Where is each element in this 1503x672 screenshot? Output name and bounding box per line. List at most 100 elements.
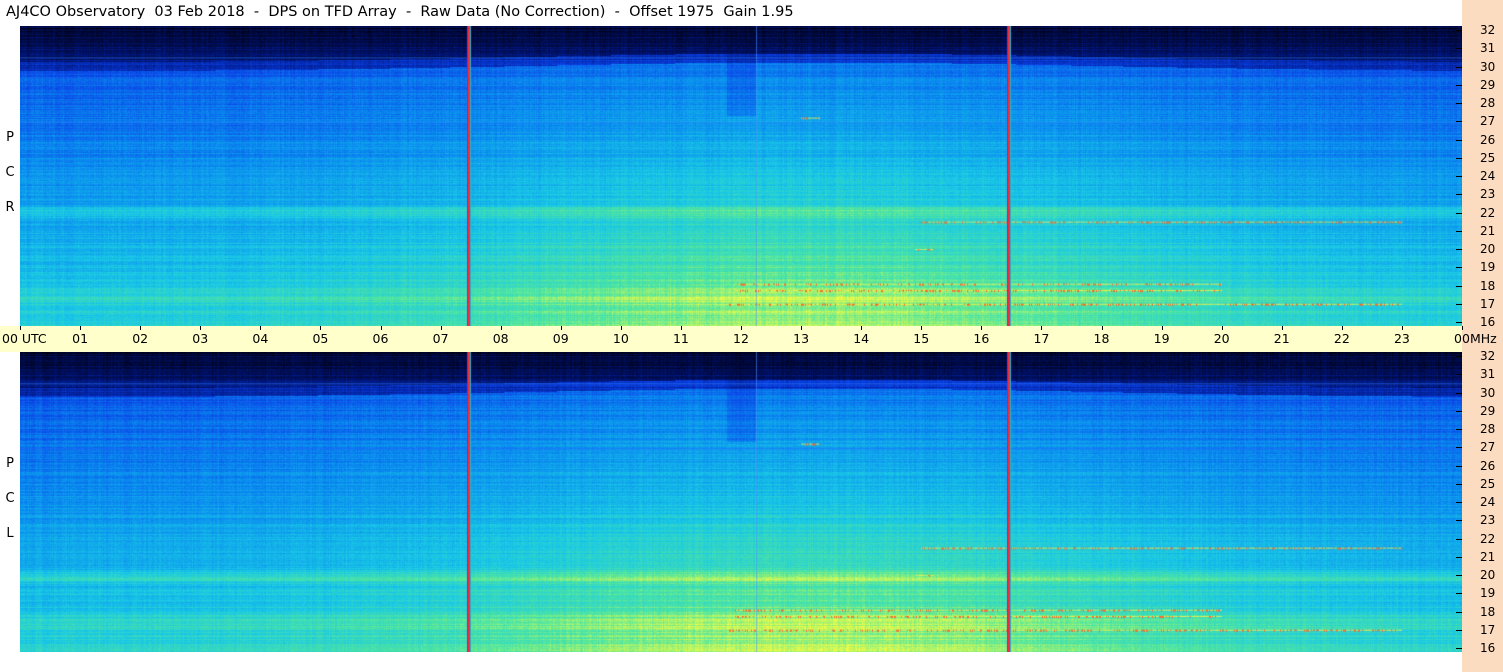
- frequency-tick-label: 27: [1480, 114, 1496, 129]
- frequency-tick-mark: [1456, 410, 1462, 412]
- frequency-tick-label: 16: [1480, 315, 1496, 329]
- time-tick-label: 20: [1213, 331, 1230, 346]
- frequency-tick-label: 19: [1480, 586, 1496, 601]
- frequency-tick-mark: [1456, 483, 1462, 485]
- frequency-tick-mark: [1456, 465, 1462, 467]
- time-tick-label: 04: [252, 331, 269, 346]
- frequency-tick-label: 30: [1480, 59, 1496, 74]
- time-tick-mark: [260, 326, 262, 330]
- frequency-tick-mark: [1456, 84, 1462, 86]
- time-tick-label: 12: [733, 331, 749, 346]
- frequency-tick-mark: [1456, 249, 1462, 250]
- frequency-tick-label: 21: [1480, 549, 1496, 564]
- polarization-letter: C: [5, 165, 15, 180]
- time-tick-label: 09: [552, 331, 569, 346]
- frequency-tick-mark: [1456, 429, 1462, 430]
- frequency-tick-mark: [1456, 139, 1462, 141]
- frequency-tick-mark: [1456, 502, 1462, 503]
- frequency-tick-mark: [1456, 267, 1462, 269]
- time-tick-label: 07: [432, 331, 449, 346]
- time-tick-mark: [1041, 326, 1043, 330]
- time-tick-mark: [1221, 326, 1223, 330]
- chart-title: AJ4CO Observatory 03 Feb 2018 - DPS on T…: [6, 4, 794, 20]
- time-tick-mark: [981, 326, 983, 330]
- frequency-tick-label: 25: [1480, 476, 1496, 491]
- frequency-tick-mark: [1456, 392, 1462, 394]
- time-tick-label: 08: [492, 331, 509, 346]
- time-tick-mark: [861, 326, 863, 330]
- frequency-tick-label: 18: [1480, 278, 1496, 293]
- time-tick-mark: [741, 326, 742, 330]
- frequency-tick-mark: [1456, 212, 1462, 214]
- frequency-tick-label: 31: [1480, 367, 1496, 382]
- frequency-tick-mark: [1456, 230, 1462, 232]
- frequency-tick-label: 23: [1480, 513, 1496, 528]
- time-tick-label: 01: [72, 331, 89, 346]
- time-tick-mark: [620, 326, 622, 330]
- time-tick-mark: [1161, 326, 1163, 330]
- frequency-tick-label: 22: [1480, 531, 1496, 546]
- time-tick-mark: [200, 326, 202, 330]
- frequency-tick-label: 27: [1480, 440, 1496, 455]
- time-tick-label: 05: [312, 331, 329, 346]
- frequency-tick-label: 19: [1480, 260, 1496, 275]
- time-tick-mark: [320, 326, 322, 330]
- polarization-letter: L: [6, 526, 14, 541]
- frequency-tick-mark: [1456, 575, 1462, 576]
- lcp-spectrogram: [20, 352, 1462, 652]
- time-tick-label: 17: [1033, 331, 1050, 346]
- time-tick-mark: [1401, 326, 1403, 330]
- frequency-tick-mark: [1456, 556, 1462, 558]
- lcp-spectrogram-canvas: [20, 352, 1462, 652]
- frequency-tick-label: 32: [1480, 23, 1496, 37]
- time-tick-mark: [921, 326, 923, 330]
- frequency-tick-label: 29: [1480, 77, 1496, 92]
- time-tick-mark: [801, 326, 803, 330]
- frequency-tick-mark: [1456, 285, 1462, 287]
- time-tick-label: 14: [853, 331, 870, 346]
- frequency-tick-mark: [1456, 374, 1462, 376]
- polarization-letter: R: [5, 200, 15, 215]
- time-tick-label: 10: [612, 331, 629, 346]
- frequency-tick-label: 26: [1480, 132, 1496, 147]
- frequency-tick-label: 29: [1480, 403, 1496, 418]
- time-tick-label: 00: [1454, 331, 1470, 346]
- bottom-margin: [0, 652, 1462, 672]
- time-tick-mark: [440, 326, 442, 330]
- frequency-tick-mark: [1456, 303, 1462, 305]
- frequency-tick-label: 32: [1480, 349, 1496, 363]
- frequency-tick-label: 31: [1480, 41, 1496, 56]
- time-tick-mark: [1341, 326, 1343, 330]
- polarization-letter: C: [5, 491, 15, 506]
- frequency-tick-mark: [1456, 447, 1462, 449]
- frequency-tick-mark: [1456, 103, 1462, 104]
- frequency-tick-mark: [1456, 629, 1462, 631]
- frequency-tick-mark: [1456, 66, 1462, 68]
- frequency-tick-mark: [1456, 648, 1462, 649]
- frequency-tick-mark: [1456, 30, 1462, 31]
- frequency-tick-mark: [1456, 121, 1462, 123]
- frequency-tick-label: 23: [1480, 187, 1496, 202]
- frequency-unit-label: MHz: [1470, 331, 1497, 346]
- time-tick-label: 11: [672, 331, 689, 346]
- polarization-letter: P: [6, 456, 14, 471]
- frequency-tick-mark: [1456, 48, 1462, 50]
- frequency-tick-mark: [1456, 157, 1462, 159]
- time-tick-label: 23: [1393, 331, 1410, 346]
- frequency-tick-label: 18: [1480, 604, 1496, 619]
- frequency-tick-mark: [1456, 194, 1462, 196]
- frequency-tick-label: 22: [1480, 205, 1496, 220]
- time-tick-label: 22: [1333, 331, 1350, 346]
- frequency-tick-mark: [1456, 593, 1462, 595]
- time-tick-label: 16: [973, 331, 990, 346]
- frequency-tick-mark: [1456, 176, 1462, 177]
- frequency-tick-label: 24: [1480, 169, 1496, 183]
- frequency-tick-label: 20: [1480, 242, 1496, 256]
- time-tick-mark: [500, 326, 502, 330]
- time-tick-label: 21: [1273, 331, 1290, 346]
- time-tick-label: 06: [372, 331, 389, 346]
- time-tick-label: 03: [192, 331, 209, 346]
- frequency-tick-mark: [1456, 538, 1462, 540]
- polarization-letter: P: [6, 130, 14, 145]
- frequency-tick-label: 17: [1480, 622, 1496, 637]
